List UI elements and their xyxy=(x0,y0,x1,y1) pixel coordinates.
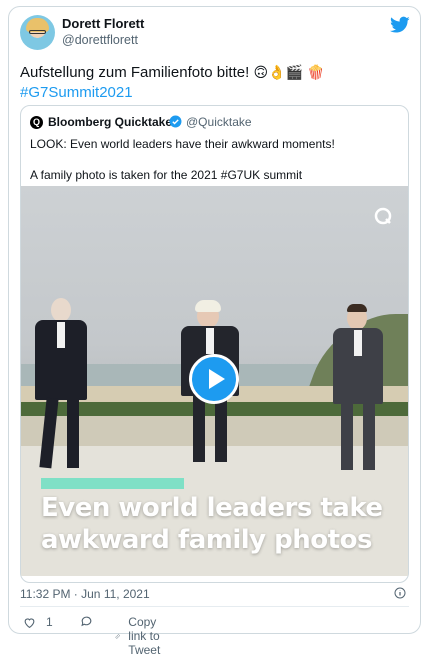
twitter-bird-icon[interactable] xyxy=(390,16,410,34)
video-caption: Even world leaders take awkward family p… xyxy=(41,492,401,556)
tweet-emojis: 🙃👌🎬 🍿 xyxy=(253,65,325,81)
play-button[interactable] xyxy=(189,354,239,404)
quoted-line-2: A family photo is taken for the 2021 #G7… xyxy=(30,168,303,182)
info-icon[interactable] xyxy=(394,587,406,599)
tweet-text: Aufstellung zum Familienfoto bitte! 🙃👌🎬 … xyxy=(20,63,410,103)
copy-link-label: Copy link to Tweet xyxy=(128,615,161,657)
author-handle[interactable]: @dorettflorett xyxy=(62,33,138,47)
verified-badge-icon xyxy=(169,115,182,128)
heart-icon xyxy=(24,617,35,628)
caption-accent-bar xyxy=(41,478,184,489)
bloomberg-logo-icon: Q xyxy=(30,116,43,129)
tweet-card[interactable]: Dorett Florett @dorettflorett Aufstellun… xyxy=(8,6,421,657)
link-icon xyxy=(115,633,120,639)
play-icon xyxy=(209,369,225,389)
quicktake-watermark-icon xyxy=(374,207,392,225)
like-button[interactable]: 1 xyxy=(23,615,53,629)
divider xyxy=(20,606,409,607)
like-count: 1 xyxy=(46,615,53,629)
video-caption-line-2: awkward family photos xyxy=(41,525,372,555)
tweet-timestamp[interactable]: 11:32 PM · Jun 11, 2021 xyxy=(20,587,150,601)
quoted-author-handle[interactable]: @Quicktake xyxy=(186,115,252,129)
avatar[interactable] xyxy=(20,15,55,50)
reply-icon xyxy=(81,616,92,627)
hashtag-link[interactable]: #G7Summit2021 xyxy=(20,84,133,101)
author-name[interactable]: Dorett Florett xyxy=(62,16,144,31)
quoted-tweet[interactable]: Q Bloomberg Quicktake @Quicktake LOOK: E… xyxy=(20,105,409,583)
copy-link-button[interactable]: Copy link to Tweet xyxy=(115,615,168,657)
quoted-author-name[interactable]: Bloomberg Quicktake xyxy=(48,115,172,129)
quoted-line-1: LOOK: Even world leaders have their awkw… xyxy=(30,137,335,151)
video-player[interactable]: Even world leaders take awkward family p… xyxy=(21,186,408,576)
video-caption-line-1: Even world leaders take xyxy=(41,493,383,523)
tweet-body: Aufstellung zum Familienfoto bitte! xyxy=(20,64,250,81)
reply-button[interactable] xyxy=(80,615,93,628)
